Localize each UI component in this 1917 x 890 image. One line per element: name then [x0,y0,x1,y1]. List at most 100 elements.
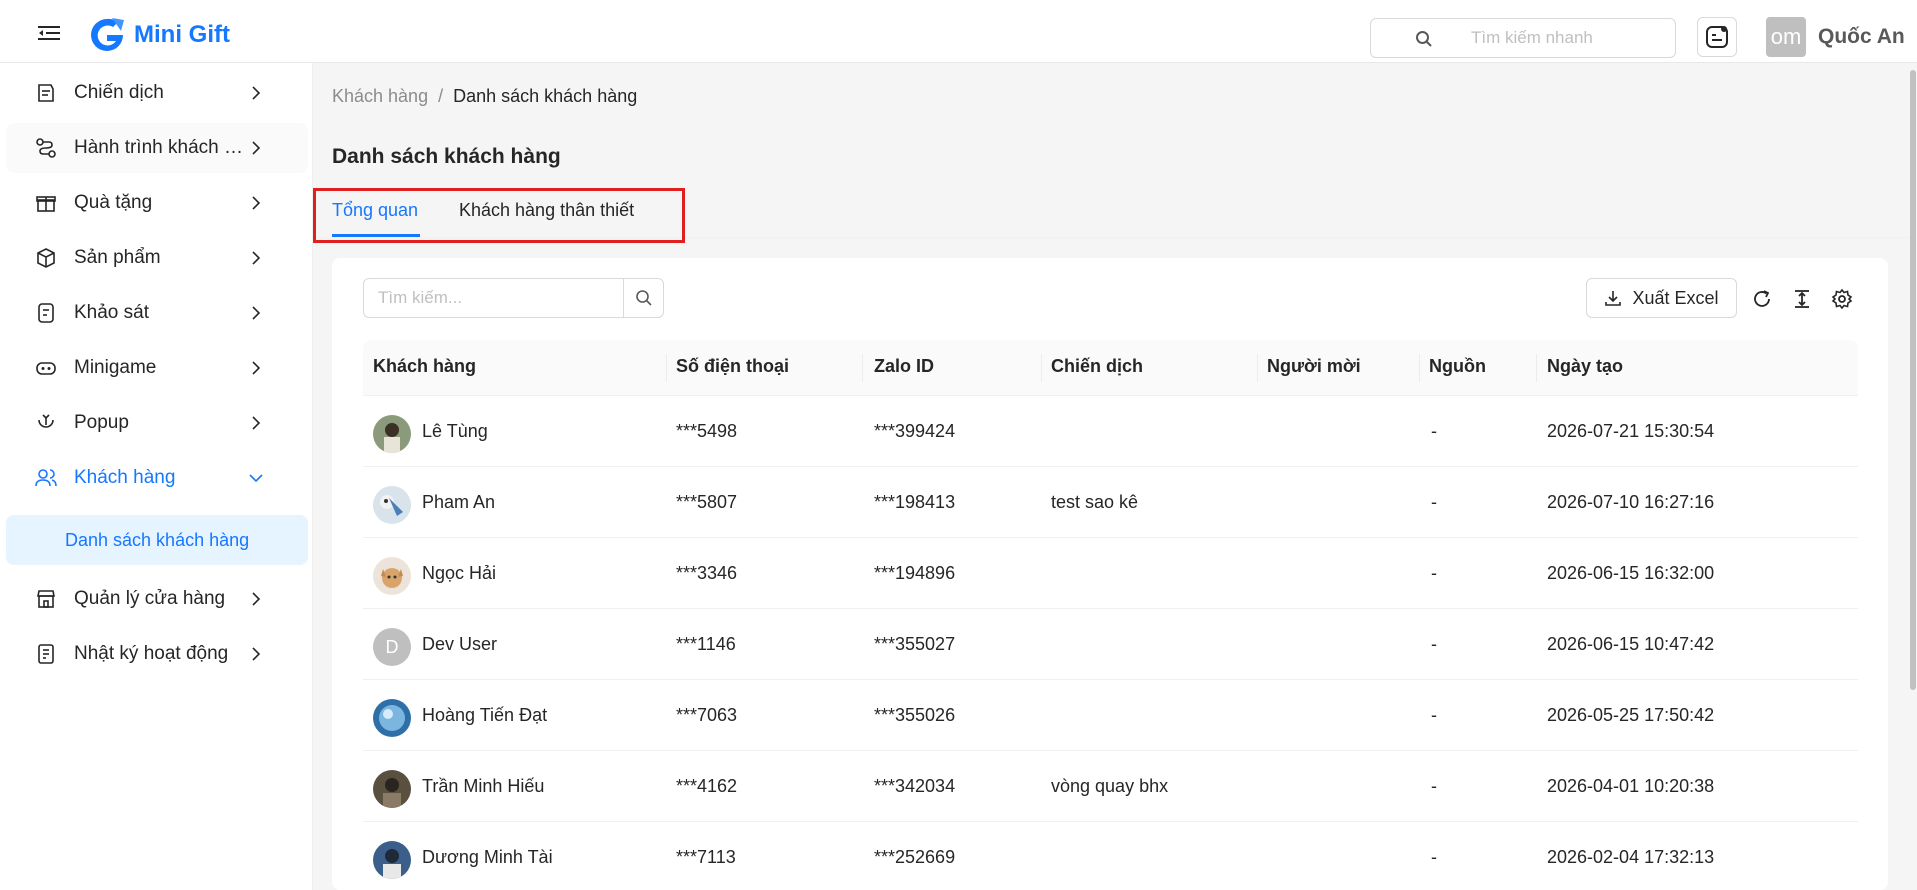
sidebar-item-survey[interactable]: Khảo sát [6,288,308,338]
customer-avatar [373,770,411,808]
customer-phone: ***1146 [676,634,736,654]
chevron-right-icon [252,361,261,375]
search-button[interactable] [623,279,663,317]
column-header-campaign: Chiến dịch [1051,356,1144,376]
customer-name: Ngọc Hải [422,563,497,583]
sidebar-item-campaign[interactable]: Chiến dịch [6,68,308,118]
tab-loyal-customers[interactable]: Khách hàng thân thiết [459,200,634,221]
logo-icon [91,18,124,51]
customer-source: - [1431,421,1437,441]
column-header-source: Nguồn [1429,356,1486,376]
customer-zalo-id: ***198413 [874,492,956,512]
tab-active-indicator [332,234,420,237]
customer-created: 2026-04-01 10:20:38 [1547,776,1715,796]
customer-zalo-id: ***252669 [874,847,956,867]
sidebar-subitem-customer-list[interactable]: Danh sách khách hàng [6,515,308,565]
customer-avatar [373,557,411,595]
breadcrumb-separator: / [438,86,444,106]
table-row[interactable]: Trần Minh Hiếu ***4162 ***342034 vòng qu… [363,751,1858,822]
breadcrumb-current: Danh sách khách hàng [453,86,638,106]
download-icon [1605,291,1622,306]
logo-text: Mini Gift [134,21,230,48]
column-header-zalo-id: Zalo ID [874,356,935,376]
app-logo[interactable]: Mini Gift [88,16,230,54]
sidebar-item-label: Minigame [74,357,157,378]
chevron-down-icon [249,474,263,483]
sidebar-item-customers[interactable]: Khách hàng [6,453,308,503]
column-divider [1257,354,1258,382]
sidebar-item-gift[interactable]: Quà tặng [6,178,308,228]
chevron-right-icon [252,141,261,155]
customer-name: Hoàng Tiến Đạt [422,705,548,725]
bot-icon [1706,26,1728,48]
customer-name: Trần Minh Hiếu [422,776,545,796]
column-header-customer: Khách hàng [373,356,477,376]
customer-name: Pham An [422,492,496,512]
sidebar-item-minigame[interactable]: Minigame [6,343,308,393]
customer-name: Dev User [422,634,498,654]
table-row[interactable]: Pham An ***5807 ***198413 test sao kê - … [363,467,1858,538]
customer-avatar [373,841,411,879]
menu-fold-icon[interactable] [38,26,60,40]
sidebar-item-popup[interactable]: Popup [6,398,308,448]
customer-source: - [1431,776,1437,796]
sidebar-item-activity-log[interactable]: Nhật ký hoạt động [6,629,308,679]
breadcrumb-parent[interactable]: Khách hàng [332,86,428,106]
table-row[interactable]: D Dev User ***1146 ***355027 - 2026-06-1… [363,609,1858,680]
table-row[interactable]: Hoàng Tiến Đạt ***7063 ***355026 - 2026-… [363,680,1858,751]
customer-zalo-id: ***399424 [874,421,956,441]
sidebar-item-label: Quà tặng [74,192,153,213]
tab-overview[interactable]: Tổng quan [332,200,418,221]
customer-zalo-id: ***194896 [874,563,956,583]
top-header: Mini Gift om Quốc An [0,0,1917,63]
customer-created: 2026-07-10 16:27:16 [1547,492,1715,512]
customer-source: - [1431,563,1437,583]
column-height-icon[interactable] [1791,288,1813,310]
customer-avatar [373,486,411,524]
log-icon [38,644,54,664]
sidebar-item-label: Khách hàng [74,467,176,488]
sidebar-item-journey[interactable]: Hành trình khách hàng [6,123,308,173]
export-excel-button[interactable]: Xuất Excel [1586,278,1737,318]
search-icon [1416,31,1432,47]
column-divider [1419,354,1420,382]
customer-campaign: vòng quay bhx [1051,776,1169,796]
column-header-created: Ngày tạo [1547,356,1624,376]
customer-zalo-id: ***355026 [874,705,956,725]
customer-name: Dương Minh Tài [422,847,553,867]
user-name[interactable]: Quốc An [1818,25,1905,49]
scrollbar-thumb[interactable] [1910,70,1916,690]
user-avatar[interactable]: om [1766,17,1806,57]
chevron-right-icon [252,86,261,100]
column-divider [1041,354,1042,382]
customer-phone: ***3346 [676,563,738,583]
sidebar-item-label: Chiến dịch [74,82,164,103]
table-row[interactable]: Lê Tùng ***5498 ***399424 - 2026-07-21 1… [363,396,1858,467]
notification-button[interactable] [1697,17,1737,57]
customer-phone: ***7063 [676,705,738,725]
box-icon [37,248,55,268]
table-row[interactable]: Dương Minh Tài ***7113 ***252669 - 2026-… [363,822,1858,890]
quick-search[interactable] [1370,18,1676,58]
sidebar-item-label: Nhật ký hoạt động [74,643,229,664]
page-title: Danh sách khách hàng [332,145,561,168]
customer-phone: ***7113 [676,847,736,867]
customer-name: Lê Tùng [422,421,488,441]
search-icon [635,290,652,306]
sidebar-item-product[interactable]: Sản phẩm [6,233,308,283]
sidebar-item-store[interactable]: Quản lý cửa hàng [6,574,308,624]
table-search-input[interactable] [364,279,624,317]
gamepad-icon [36,362,56,375]
customer-phone: ***4162 [676,776,738,796]
sidebar-item-label: Quản lý cửa hàng [74,588,226,609]
customer-created: 2026-06-15 16:32:00 [1547,563,1715,583]
table-search[interactable] [363,278,664,318]
column-divider [1536,354,1537,382]
quick-search-input[interactable] [1471,28,1661,48]
reload-icon[interactable] [1751,288,1773,310]
chevron-right-icon [252,592,261,606]
column-divider [862,354,863,382]
table-row[interactable]: Ngọc Hải ***3346 ***194896 - 2026-06-15 … [363,538,1858,609]
settings-gear-icon[interactable] [1831,288,1853,310]
customer-avatar [373,699,411,737]
